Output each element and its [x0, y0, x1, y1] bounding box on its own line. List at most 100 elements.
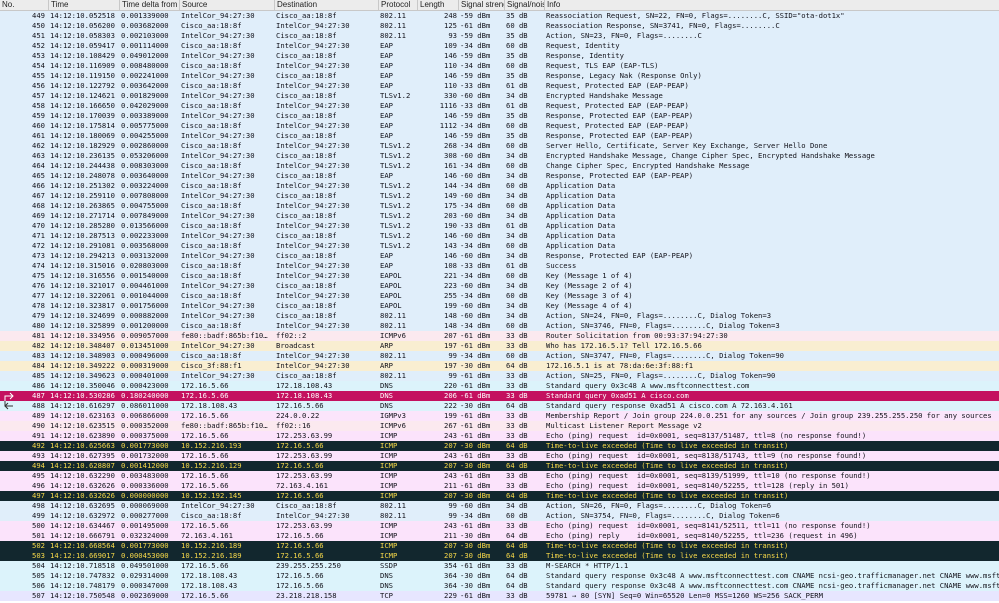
cell-length: 207	[444, 331, 457, 340]
packet-list-header: No. Time Time delta from p Source Destin…	[0, 0, 999, 11]
cell-info: Time-to-live exceeded (Time to live exce…	[546, 491, 789, 500]
packet-row[interactable]: 491 14:12:10.623890 0.000375000 172.16.5.66…	[0, 431, 999, 441]
packet-row[interactable]: 506 14:12:10.748179 0.000347000 172.18.108.…	[0, 581, 999, 591]
packet-row[interactable]: 457 14:12:10.124621 0.001829000 IntelCor_94…	[0, 91, 999, 101]
cell-no: 498	[32, 501, 45, 510]
cell-time: 14:12:10.263865	[50, 201, 115, 210]
cell-length: 146	[444, 71, 457, 80]
packet-row[interactable]: 481 14:12:10.334956 0.009057000 fe80::badf:…	[0, 331, 999, 341]
cell-protocol: 802.11	[380, 511, 406, 520]
cell-time-delta: 0.013566000	[121, 221, 169, 230]
packet-row[interactable]: 477 14:12:10.322061 0.001044000 Cisco_aa:18…	[0, 291, 999, 301]
packet-row[interactable]: 505 14:12:10.747832 0.029314000 172.18.108.…	[0, 571, 999, 581]
cell-length: 125	[444, 21, 457, 30]
packet-row[interactable]: 480 14:12:10.325899 0.001200000 Cisco_aa:18…	[0, 321, 999, 331]
cell-info: Who has 172.16.5.1? Tell 172.16.5.66	[546, 341, 702, 350]
packet-row[interactable]: 497 14:12:10.632626 0.000000000 10.152.192.…	[0, 491, 999, 501]
packet-row[interactable]: 459 14:12:10.170039 0.003389000 IntelCor_94…	[0, 111, 999, 121]
cell-signal-strength: -61 dBm	[460, 481, 491, 490]
packet-row[interactable]: 474 14:12:10.315016 0.020803000 Cisco_aa:18…	[0, 261, 999, 271]
cell-no: 462	[32, 141, 45, 150]
column-header-signal-noise[interactable]: Signal/nois	[504, 0, 544, 10]
column-header-source[interactable]: Source	[179, 0, 274, 10]
packet-row[interactable]: 499 14:12:10.632972 0.000277000 Cisco_aa:18…	[0, 511, 999, 521]
packet-row[interactable]: 504 14:12:10.718518 0.049501000 172.16.5.66…	[0, 561, 999, 571]
packet-row[interactable]: 484 14:12:10.349222 0.000319000 Cisco_3f:88…	[0, 361, 999, 371]
cell-protocol: TLSv1.2	[380, 201, 411, 210]
packet-row[interactable]: 471 14:12:10.287513 0.002233000 IntelCor_94…	[0, 231, 999, 241]
cell-no: 463	[32, 151, 45, 160]
column-header-time-delta[interactable]: Time delta from p	[119, 0, 179, 10]
packet-row[interactable]: 500 14:12:10.634467 0.001495000 172.16.5.66…	[0, 521, 999, 531]
packet-row[interactable]: 501 14:12:10.666791 0.032324000 72.163.4.16…	[0, 531, 999, 541]
cell-destination: 172.16.5.66	[276, 491, 324, 500]
cell-info: Action, SN=3746, FN=0, Flags=........C, …	[546, 321, 780, 330]
packet-row-selected[interactable]: 487 14:12:10.530286 0.180240000 172.16.5.66…	[0, 391, 999, 401]
packet-row[interactable]: 486 14:12:10.350046 0.000423000 172.16.5.66…	[0, 381, 999, 391]
packet-row[interactable]: 454 14:12:10.116909 0.008480000 Cisco_aa:18…	[0, 61, 999, 71]
packet-row[interactable]: 468 14:12:10.263865 0.004755000 Cisco_aa:18…	[0, 201, 999, 211]
column-header-info[interactable]: Info	[544, 0, 999, 10]
packet-row[interactable]: 453 14:12:10.108429 0.049012000 IntelCor_94…	[0, 51, 999, 61]
packet-row[interactable]: 507 14:12:10.750548 0.002369000 172.16.5.66…	[0, 591, 999, 601]
packet-row[interactable]: 461 14:12:10.180069 0.004255000 IntelCor_94…	[0, 131, 999, 141]
packet-row[interactable]: 503 14:12:10.669017 0.000453000 10.152.216.…	[0, 551, 999, 561]
packet-row[interactable]: 502 14:12:10.668564 0.001773000 10.152.216.…	[0, 541, 999, 551]
cell-info: Response, Protected EAP (EAP-PEAP)	[546, 171, 694, 180]
packet-row[interactable]: 463 14:12:10.236135 0.053206000 IntelCor_94…	[0, 151, 999, 161]
packet-row[interactable]: 450 14:12:10.056200 0.003682000 Cisco_aa:18…	[0, 21, 999, 31]
cell-destination: IntelCor_94:27:30	[276, 41, 350, 50]
packet-row[interactable]: 482 14:12:10.348407 0.013451000 IntelCor_94…	[0, 341, 999, 351]
packet-row[interactable]: 493 14:12:10.627395 0.001732000 172.16.5.66…	[0, 451, 999, 461]
packet-row[interactable]: 456 14:12:10.122792 0.003642000 Cisco_aa:18…	[0, 81, 999, 91]
packet-row[interactable]: 451 14:12:10.058303 0.002103000 IntelCor_94…	[0, 31, 999, 41]
packet-row[interactable]: 470 14:12:10.285280 0.013566000 Cisco_aa:18…	[0, 221, 999, 231]
packet-row[interactable]: 467 14:12:10.259110 0.007808000 IntelCor_94…	[0, 191, 999, 201]
packet-row[interactable]: 492 14:12:10.625663 0.001773000 10.152.216.…	[0, 441, 999, 451]
cell-destination: 172.253.63.99	[276, 431, 333, 440]
cell-source: 72.163.4.161	[181, 531, 233, 540]
column-header-no[interactable]: No.	[0, 0, 48, 10]
packet-row[interactable]: 479 14:12:10.324699 0.000882000 IntelCor_94…	[0, 311, 999, 321]
packet-row[interactable]: 465 14:12:10.248078 0.003640000 IntelCor_94…	[0, 171, 999, 181]
packet-row[interactable]: 469 14:12:10.271714 0.007849000 IntelCor_94…	[0, 211, 999, 221]
packet-row[interactable]: 460 14:12:10.175814 0.005775000 Cisco_aa:18…	[0, 121, 999, 131]
packet-row[interactable]: 483 14:12:10.348903 0.000496000 Cisco_aa:18…	[0, 351, 999, 361]
packet-row[interactable]: 489 14:12:10.623163 0.006866000 172.16.5.66…	[0, 411, 999, 421]
column-header-length[interactable]: Length	[417, 0, 458, 10]
packet-row[interactable]: 472 14:12:10.291081 0.003568000 Cisco_aa:18…	[0, 241, 999, 251]
cell-no: 506	[32, 581, 45, 590]
packet-row[interactable]: 476 14:12:10.321017 0.004461000 IntelCor_94…	[0, 281, 999, 291]
column-header-protocol[interactable]: Protocol	[378, 0, 417, 10]
packet-row[interactable]: 495 14:12:10.632290 0.003483000 172.16.5.66…	[0, 471, 999, 481]
packet-row[interactable]: 462 14:12:10.182929 0.002860000 Cisco_aa:18…	[0, 141, 999, 151]
cell-source: IntelCor_94:27:30	[181, 371, 255, 380]
packet-row[interactable]: 449 14:12:10.052518 0.001339000 IntelCor_94…	[0, 11, 999, 21]
cell-destination: Cisco_aa:18:8f	[276, 231, 337, 240]
cell-info: Membership Report / Join group 224.0.0.2…	[546, 411, 992, 420]
cell-signal-strength: -34 dBm	[460, 41, 491, 50]
packet-row[interactable]: 496 14:12:10.632626 0.000336000 172.16.5.66…	[0, 481, 999, 491]
column-header-time[interactable]: Time	[48, 0, 119, 10]
packet-row[interactable]: 458 14:12:10.166650 0.042029000 Cisco_aa:18…	[0, 101, 999, 111]
cell-signal-strength: -60 dBm	[460, 501, 491, 510]
column-header-signal-strength[interactable]: Signal streng	[458, 0, 504, 10]
packet-row[interactable]: 452 14:12:10.059417 0.001114000 Cisco_aa:18…	[0, 41, 999, 51]
packet-row[interactable]: 494 14:12:10.628807 0.001412000 10.152.216.…	[0, 461, 999, 471]
packet-row[interactable]: 464 14:12:10.244438 0.008303000 Cisco_aa:18…	[0, 161, 999, 171]
packet-row[interactable]: 498 14:12:10.632695 0.000069000 IntelCor_94…	[0, 501, 999, 511]
cell-signal-noise: 60 dB	[506, 271, 528, 280]
packet-row[interactable]: 473 14:12:10.294213 0.003132000 IntelCor_94…	[0, 251, 999, 261]
cell-info: Response, Protected EAP (EAP-PEAP)	[546, 251, 694, 260]
cell-signal-strength: -60 dBm	[460, 91, 491, 100]
packet-row[interactable]: 488 14:12:10.616297 0.086011000 172.18.108.…	[0, 401, 999, 411]
cell-info: Response, Protected EAP (EAP-PEAP)	[546, 111, 694, 120]
column-header-destination[interactable]: Destination	[274, 0, 378, 10]
packet-row[interactable]: 455 14:12:10.119150 0.002241000 IntelCor_94…	[0, 71, 999, 81]
packet-row[interactable]: 475 14:12:10.316556 0.001540000 Cisco_aa:18…	[0, 271, 999, 281]
cell-time-delta: 0.029314000	[121, 571, 169, 580]
packet-row[interactable]: 485 14:12:10.349623 0.000401000 IntelCor_94…	[0, 371, 999, 381]
packet-row[interactable]: 466 14:12:10.251302 0.003224000 Cisco_aa:18…	[0, 181, 999, 191]
packet-row[interactable]: 478 14:12:10.323817 0.001756000 IntelCor_94…	[0, 301, 999, 311]
packet-row[interactable]: 490 14:12:10.623515 0.000352000 fe80::badf:…	[0, 421, 999, 431]
